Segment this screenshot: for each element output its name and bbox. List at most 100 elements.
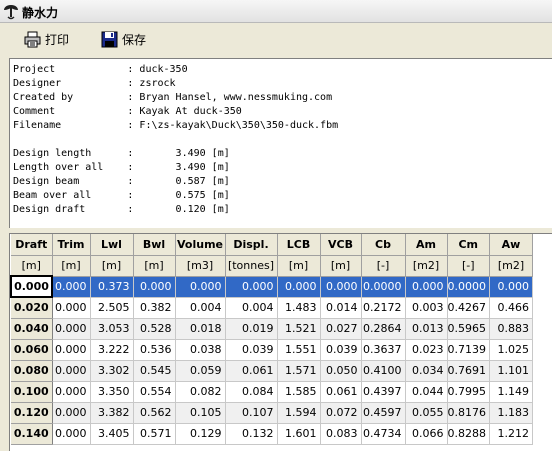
table-cell[interactable]: 0.000 xyxy=(405,276,448,298)
column-header[interactable]: Aw xyxy=(489,234,533,256)
table-cell[interactable]: 0.027 xyxy=(320,318,362,340)
table-cell[interactable]: 0.0000 xyxy=(447,276,490,298)
table-row[interactable]: 0.100 0.000 3.350 0.554 0.082 0.084 1.585 0.061… xyxy=(11,381,533,403)
table-cell[interactable]: 0.7691 xyxy=(447,360,490,382)
table-cell[interactable]: 0.3637 xyxy=(361,339,406,361)
table-cell[interactable]: 3.053 xyxy=(90,318,134,340)
row-header-draft[interactable]: 0.120 xyxy=(11,402,53,424)
table-cell[interactable]: 0.000 xyxy=(52,381,91,403)
hydrostatics-table[interactable]: Draft Trim Lwl Bwl Volume Displ. LCB VCB Cb Am Cm A… xyxy=(9,233,552,451)
table-cell[interactable]: 0.039 xyxy=(320,339,362,361)
table-cell[interactable]: 0.382 xyxy=(133,297,176,319)
table-cell[interactable]: 0.4397 xyxy=(361,381,406,403)
table-cell[interactable]: 0.084 xyxy=(225,381,278,403)
table-cell[interactable]: 0.883 xyxy=(489,318,533,340)
table-cell[interactable]: 0.050 xyxy=(320,360,362,382)
table-cell[interactable]: 0.562 xyxy=(133,402,176,424)
column-header[interactable]: Cm xyxy=(447,234,490,256)
table-cell[interactable]: 1.149 xyxy=(489,381,533,403)
table-cell[interactable]: 0.018 xyxy=(175,318,226,340)
table-cell[interactable]: 0.083 xyxy=(320,423,362,445)
table-cell[interactable]: 0.019 xyxy=(225,318,278,340)
table-cell[interactable]: 0.039 xyxy=(225,339,278,361)
column-header[interactable]: Trim xyxy=(52,234,91,256)
table-cell[interactable]: 0.004 xyxy=(225,297,278,319)
table-row[interactable]: 0.120 0.000 3.382 0.562 0.105 0.107 1.594 0.072… xyxy=(11,402,533,424)
table-cell[interactable]: 0.072 xyxy=(320,402,362,424)
table-cell[interactable]: 0.061 xyxy=(225,360,278,382)
table-cell[interactable]: 3.302 xyxy=(90,360,134,382)
save-button[interactable]: 保存 xyxy=(101,28,146,50)
column-header[interactable]: Cb xyxy=(361,234,406,256)
table-cell[interactable]: 0.000 xyxy=(52,297,91,319)
table-cell[interactable]: 0.000 xyxy=(52,402,91,424)
table-cell[interactable]: 0.003 xyxy=(405,297,448,319)
table-cell[interactable]: 0.034 xyxy=(405,360,448,382)
column-header[interactable]: Am xyxy=(405,234,448,256)
table-cell[interactable]: 0.000 xyxy=(225,276,278,298)
table-cell[interactable]: 0.061 xyxy=(320,381,362,403)
table-cell[interactable]: 0.571 xyxy=(133,423,176,445)
table-cell[interactable]: 1.551 xyxy=(277,339,321,361)
table-row[interactable]: 0.040 0.000 3.053 0.528 0.018 0.019 1.521 0.027… xyxy=(11,318,533,340)
row-header-draft[interactable]: 0.060 xyxy=(11,339,53,361)
row-header-draft[interactable]: 0.140 xyxy=(11,423,53,445)
table-cell[interactable]: 1.212 xyxy=(489,423,533,445)
table-cell[interactable]: 0.132 xyxy=(225,423,278,445)
table-cell[interactable]: 0.8288 xyxy=(447,423,490,445)
table-row[interactable]: 0.020 0.000 2.505 0.382 0.004 0.004 1.483 0.014… xyxy=(11,297,533,319)
table-cell[interactable]: 0.4597 xyxy=(361,402,406,424)
table-row[interactable]: 0.060 0.000 3.222 0.536 0.038 0.039 1.551 0.039… xyxy=(11,339,533,361)
table-cell[interactable]: 0.082 xyxy=(175,381,226,403)
table-cell[interactable]: 0.4734 xyxy=(361,423,406,445)
table-cell[interactable]: 0.038 xyxy=(175,339,226,361)
row-header-draft[interactable]: 0.040 xyxy=(11,318,53,340)
table-cell[interactable]: 0.000 xyxy=(52,339,91,361)
table-cell[interactable]: 0.044 xyxy=(405,381,448,403)
table-cell[interactable]: 1.101 xyxy=(489,360,533,382)
table-cell[interactable]: 0.000 xyxy=(52,318,91,340)
table-cell[interactable]: 0.8176 xyxy=(447,402,490,424)
table-cell[interactable]: 1.025 xyxy=(489,339,533,361)
table-row[interactable]: 0.140 0.000 3.405 0.571 0.129 0.132 1.601 0.083… xyxy=(11,423,533,445)
table-cell[interactable]: 0.000 xyxy=(52,423,91,445)
report-text-area[interactable]: Project : duck-350 Designer : zsrock Cre… xyxy=(9,58,552,228)
table-cell[interactable]: 0.545 xyxy=(133,360,176,382)
table-cell[interactable]: 1.521 xyxy=(277,318,321,340)
table-cell[interactable]: 0.066 xyxy=(405,423,448,445)
column-header[interactable]: VCB xyxy=(320,234,362,256)
table-cell[interactable]: 0.554 xyxy=(133,381,176,403)
table-cell[interactable]: 0.4100 xyxy=(361,360,406,382)
table-cell[interactable]: 0.7139 xyxy=(447,339,490,361)
table-cell[interactable]: 0.014 xyxy=(320,297,362,319)
table-cell[interactable]: 1.483 xyxy=(277,297,321,319)
table-cell[interactable]: 0.105 xyxy=(175,402,226,424)
row-header-draft[interactable]: 0.020 xyxy=(11,297,53,319)
row-header-draft[interactable]: 0.080 xyxy=(11,360,53,382)
table-cell[interactable]: 0.000 xyxy=(320,276,362,298)
table-cell[interactable]: 1.571 xyxy=(277,360,321,382)
table-cell[interactable]: 0.000 xyxy=(277,276,321,298)
table-row[interactable]: 0.080 0.000 3.302 0.545 0.059 0.061 1.571 0.050… xyxy=(11,360,533,382)
table-cell[interactable]: 0.528 xyxy=(133,318,176,340)
table-cell[interactable]: 0.536 xyxy=(133,339,176,361)
table-cell[interactable]: 3.222 xyxy=(90,339,134,361)
table-cell[interactable]: 1.601 xyxy=(277,423,321,445)
table-cell[interactable]: 1.594 xyxy=(277,402,321,424)
column-header[interactable]: Volume xyxy=(175,234,226,256)
table-cell[interactable]: 0.107 xyxy=(225,402,278,424)
column-header[interactable]: Displ. xyxy=(225,234,278,256)
column-header[interactable]: LCB xyxy=(277,234,321,256)
table-cell[interactable]: 3.382 xyxy=(90,402,134,424)
table-cell[interactable]: 0.466 xyxy=(489,297,533,319)
row-header-draft[interactable]: 0.000 xyxy=(10,275,53,298)
table-cell[interactable]: 0.7995 xyxy=(447,381,490,403)
table-cell[interactable]: 3.350 xyxy=(90,381,134,403)
table-cell[interactable]: 1.585 xyxy=(277,381,321,403)
table-cell[interactable]: 1.183 xyxy=(489,402,533,424)
table-cell[interactable]: 0.000 xyxy=(133,276,176,298)
table-cell[interactable]: 3.405 xyxy=(90,423,134,445)
column-header[interactable]: Lwl xyxy=(90,234,134,256)
column-header[interactable]: Bwl xyxy=(133,234,176,256)
table-row[interactable]: 0.000 0.000 0.373 0.000 0.000 0.000 0.000 0.000… xyxy=(10,275,533,298)
